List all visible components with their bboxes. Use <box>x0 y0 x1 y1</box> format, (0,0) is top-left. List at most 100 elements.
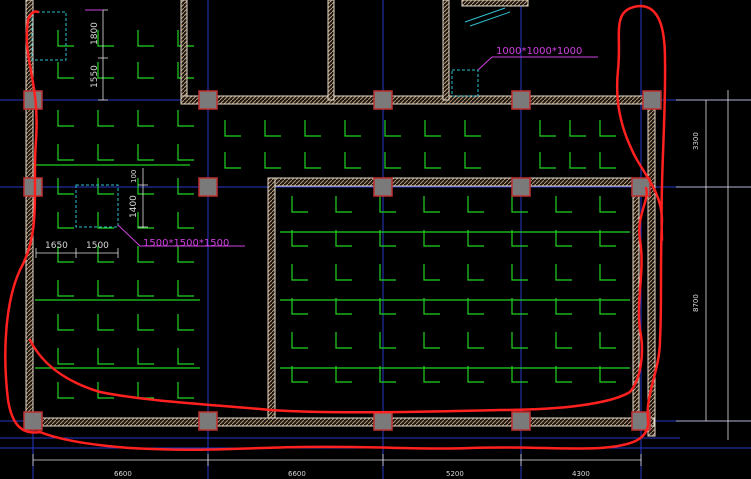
rebar-mark <box>177 110 194 127</box>
pit-right-annotation: 1000*1000*1000 <box>496 46 582 57</box>
rebar-mark <box>224 152 241 169</box>
rebar-mark <box>424 152 441 169</box>
column <box>23 411 43 431</box>
rebar-mark <box>137 62 154 79</box>
rebar-mark <box>137 30 154 47</box>
rebar-mark <box>555 264 572 281</box>
rebar-mark <box>57 110 74 127</box>
rebar-mark <box>137 212 154 229</box>
walls <box>25 0 656 437</box>
rebar-mark <box>97 62 114 79</box>
column <box>23 90 43 110</box>
rebar-mark <box>335 196 352 213</box>
column <box>511 411 531 431</box>
column <box>373 177 393 197</box>
column <box>23 177 43 197</box>
dim-bay-3: 5200 <box>446 470 464 478</box>
column <box>198 177 218 197</box>
rebar-mark <box>57 314 74 331</box>
rebar-mark <box>57 62 74 79</box>
rebar-mark <box>599 120 616 137</box>
rebar-mark <box>97 280 114 297</box>
dim-bay-4: 4300 <box>572 470 590 478</box>
pit-right <box>451 69 479 97</box>
rebar-mark <box>177 178 194 195</box>
cad-drawing-canvas[interactable]: 1500*1500*1500 1000*1000*1000 1800 1550 … <box>0 0 751 479</box>
rebar-mark <box>344 152 361 169</box>
dim-8700: 8700 <box>692 294 700 312</box>
rebar-mark <box>335 264 352 281</box>
rebar-mark <box>569 120 586 137</box>
rebar-mark <box>264 152 281 169</box>
rebar-mark <box>291 332 308 349</box>
rebar-mark <box>599 196 616 213</box>
rebar-mark <box>555 196 572 213</box>
dim-bay-1: 6600 <box>114 470 132 478</box>
rebar-mark <box>423 264 440 281</box>
rebar-mark <box>177 348 194 365</box>
rebar-mark <box>57 348 74 365</box>
column <box>511 90 531 110</box>
column <box>198 90 218 110</box>
column <box>511 177 531 197</box>
wall-segment <box>267 177 276 419</box>
rebar-mark <box>137 144 154 161</box>
dim-100: 100 <box>130 170 138 183</box>
rebar-mark <box>539 152 556 169</box>
rebar-mark <box>379 332 396 349</box>
dim-3300: 3300 <box>692 132 700 150</box>
rebar-mark <box>384 152 401 169</box>
rebar-mark <box>384 120 401 137</box>
rebar-mark <box>97 110 114 127</box>
rebar-mark <box>599 152 616 169</box>
wall-segment <box>327 0 335 101</box>
wall-segment <box>267 177 649 187</box>
rebar-mark <box>344 120 361 137</box>
dim-1500: 1500 <box>86 241 109 251</box>
wall-segment <box>442 0 450 101</box>
rebar-mark <box>97 212 114 229</box>
column <box>373 411 393 431</box>
rebar-mark <box>137 110 154 127</box>
rebar-mark <box>97 348 114 365</box>
rebar-mark <box>511 332 528 349</box>
rebar-mark <box>137 382 154 399</box>
rebar-mark <box>304 120 321 137</box>
rebar-mark <box>177 144 194 161</box>
rebar-mark <box>424 120 441 137</box>
rebar-mark <box>467 196 484 213</box>
rebar-mark <box>511 264 528 281</box>
rebar-mark <box>423 332 440 349</box>
rebar-mark <box>57 144 74 161</box>
rebar-mark <box>57 280 74 297</box>
rebar-mark <box>467 332 484 349</box>
leader-pit-right <box>477 56 598 71</box>
rebar-mark <box>97 314 114 331</box>
rebar-mark <box>177 280 194 297</box>
rebar-mark <box>137 348 154 365</box>
rebar-mark <box>137 314 154 331</box>
rebar-mark <box>555 332 572 349</box>
rebar-mark <box>379 196 396 213</box>
rebar-mark <box>177 212 194 229</box>
rebar-mark <box>177 382 194 399</box>
rebar-mark <box>224 120 241 137</box>
columns <box>23 90 662 431</box>
wall-segment <box>180 95 652 105</box>
door-swing-line <box>464 7 506 23</box>
dim-1400: 1400 <box>129 195 139 218</box>
rebar-mark <box>177 314 194 331</box>
pit-left <box>75 184 119 228</box>
dim-bay-2: 6600 <box>288 470 306 478</box>
rebar-mark <box>57 382 74 399</box>
rebar-mark <box>379 264 396 281</box>
rebar-mark <box>304 152 321 169</box>
pit-left-annotation: 1500*1500*1500 <box>143 238 229 249</box>
column <box>642 90 662 110</box>
rebar-mark <box>335 332 352 349</box>
rebar-mark <box>291 196 308 213</box>
rebar-mark <box>137 178 154 195</box>
rebar-mark <box>464 120 481 137</box>
rebar-mark <box>467 264 484 281</box>
rebar-mark <box>57 178 74 195</box>
